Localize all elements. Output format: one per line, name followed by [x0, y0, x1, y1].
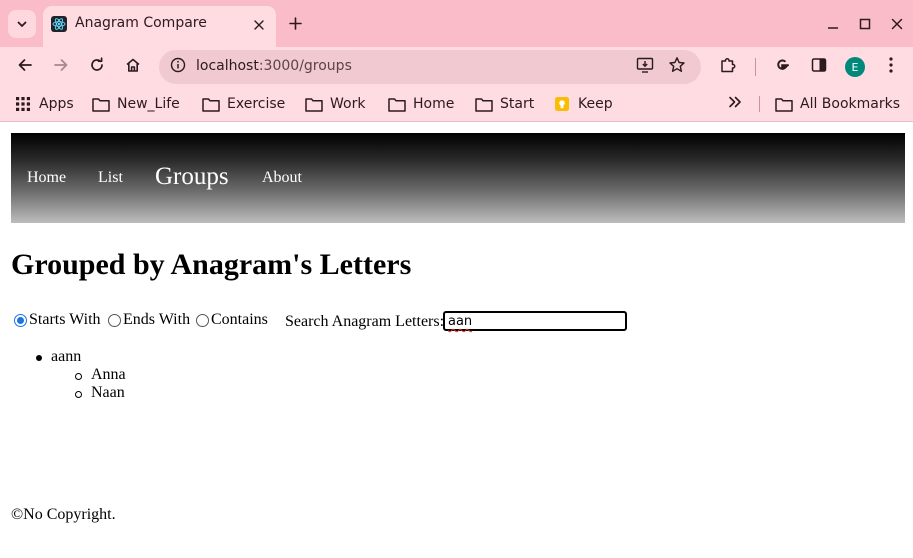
extensions-button[interactable]	[716, 55, 740, 79]
bookmarks-overflow-button[interactable]	[728, 94, 742, 114]
side-panel-icon	[811, 57, 827, 77]
reload-button[interactable]	[85, 55, 109, 79]
nav-link-list[interactable]: List	[98, 169, 123, 187]
install-app-button[interactable]	[635, 57, 655, 77]
keep-icon	[553, 96, 571, 112]
back-button[interactable]	[13, 55, 37, 79]
url-host: localhost	[196, 58, 259, 74]
list-bullet	[36, 355, 42, 361]
bookmark-folder-exercise[interactable]: Exercise	[202, 94, 285, 114]
bookmark-label: Exercise	[227, 96, 286, 112]
search-label: Search Anagram Letters:	[285, 313, 445, 330]
radio-ends-with[interactable]	[108, 313, 121, 327]
bookmark-label: Keep	[578, 96, 613, 112]
toolbar-divider	[755, 58, 756, 76]
browser-tab-active[interactable]: Anagram Compare	[43, 6, 276, 47]
filter-ends-with[interactable]: Ends With	[108, 311, 190, 329]
react-logo-icon	[51, 16, 67, 32]
forward-button[interactable]	[49, 55, 73, 79]
filter-label: Ends With	[123, 311, 191, 328]
bookmark-folder-work[interactable]: Work	[305, 94, 365, 114]
url-text: localhost:3000/groups	[196, 58, 352, 74]
group-word: Anna	[91, 366, 126, 383]
minimize-button[interactable]	[823, 14, 843, 34]
folder-icon	[388, 96, 406, 112]
filter-contains[interactable]: Contains	[196, 311, 268, 329]
bookmarks-divider	[759, 96, 760, 112]
bookmark-star-button[interactable]	[667, 57, 687, 77]
browser-titlebar: Anagram Compare	[0, 0, 913, 47]
filter-starts-with[interactable]: Starts With	[14, 311, 101, 329]
google-g-icon	[773, 56, 791, 78]
plus-icon	[288, 15, 302, 34]
maximize-button[interactable]	[855, 14, 875, 34]
bookmarks-bar: Apps New_Life Exercise Work Home Start K…	[0, 87, 913, 122]
site-navbar: Home List Groups About	[11, 133, 905, 223]
page-content: Home List Groups About Grouped by Anagra…	[0, 122, 913, 558]
radio-contains[interactable]	[196, 313, 209, 327]
folder-icon	[475, 96, 493, 112]
browser-toolbar: localhost:3000/groups E	[0, 47, 913, 87]
folder-icon	[92, 96, 110, 112]
more-vertical-icon	[888, 56, 894, 78]
address-bar[interactable]: localhost:3000/groups	[159, 50, 701, 84]
browser-menu-button[interactable]	[879, 55, 903, 79]
profile-avatar[interactable]: E	[845, 57, 865, 77]
group-key: aann	[51, 348, 82, 365]
arrow-right-icon	[53, 57, 69, 77]
info-icon	[170, 57, 186, 77]
nav-link-home[interactable]: Home	[27, 169, 66, 187]
bookmark-keep[interactable]: Keep	[553, 94, 613, 114]
radio-starts-with[interactable]	[14, 313, 27, 327]
reload-icon	[89, 57, 105, 77]
group-word: Naan	[91, 384, 125, 401]
bookmark-folder-home[interactable]: Home	[388, 94, 454, 114]
chevron-down-icon	[16, 15, 28, 34]
close-icon	[891, 15, 903, 34]
filter-label: Contains	[211, 311, 268, 328]
tab-search-button[interactable]	[8, 10, 36, 38]
nav-link-groups[interactable]: Groups	[155, 163, 229, 191]
bookmark-label: Apps	[39, 96, 74, 112]
folder-icon	[202, 96, 220, 112]
tab-close-button[interactable]	[250, 15, 268, 33]
page-title: Grouped by Anagram's Letters	[11, 248, 412, 281]
all-bookmarks-label: All Bookmarks	[800, 96, 901, 112]
apps-grid-icon	[14, 96, 32, 112]
minimize-icon	[827, 15, 839, 34]
arrow-left-icon	[17, 57, 33, 77]
folder-icon	[775, 96, 793, 112]
close-icon	[254, 15, 264, 34]
close-window-button[interactable]	[887, 14, 907, 34]
list-bullet	[75, 391, 82, 398]
url-path: :3000/groups	[258, 58, 352, 74]
footer-copyright: ©No Copyright.	[11, 506, 116, 523]
side-panel-button[interactable]	[807, 55, 831, 79]
bookmark-label: Work	[330, 96, 366, 112]
new-tab-button[interactable]	[284, 13, 306, 35]
tab-title: Anagram Compare	[75, 15, 207, 31]
chevron-double-right-icon	[728, 96, 742, 112]
maximize-icon	[859, 15, 871, 34]
nav-link-about[interactable]: About	[262, 169, 302, 187]
site-info-button[interactable]	[168, 57, 188, 77]
folder-icon	[305, 96, 323, 112]
bookmark-folder-new-life[interactable]: New_Life	[92, 94, 180, 114]
puzzle-icon	[719, 56, 737, 78]
bookmark-folder-start[interactable]: Start	[475, 94, 534, 114]
home-icon	[125, 57, 141, 77]
bookmark-label: New_Life	[117, 96, 180, 112]
list-bullet	[75, 373, 82, 380]
star-icon	[668, 56, 686, 78]
google-button[interactable]	[770, 55, 794, 79]
all-bookmarks-button[interactable]: All Bookmarks	[775, 94, 900, 114]
search-input-value: aan	[448, 314, 473, 329]
filter-label: Starts With	[29, 311, 101, 328]
bookmark-label: Home	[413, 96, 455, 112]
home-button[interactable]	[121, 55, 145, 79]
search-input[interactable]: aan	[443, 311, 627, 331]
bookmark-apps[interactable]: Apps	[14, 94, 74, 114]
bookmark-label: Start	[500, 96, 535, 112]
install-app-icon	[636, 56, 654, 78]
